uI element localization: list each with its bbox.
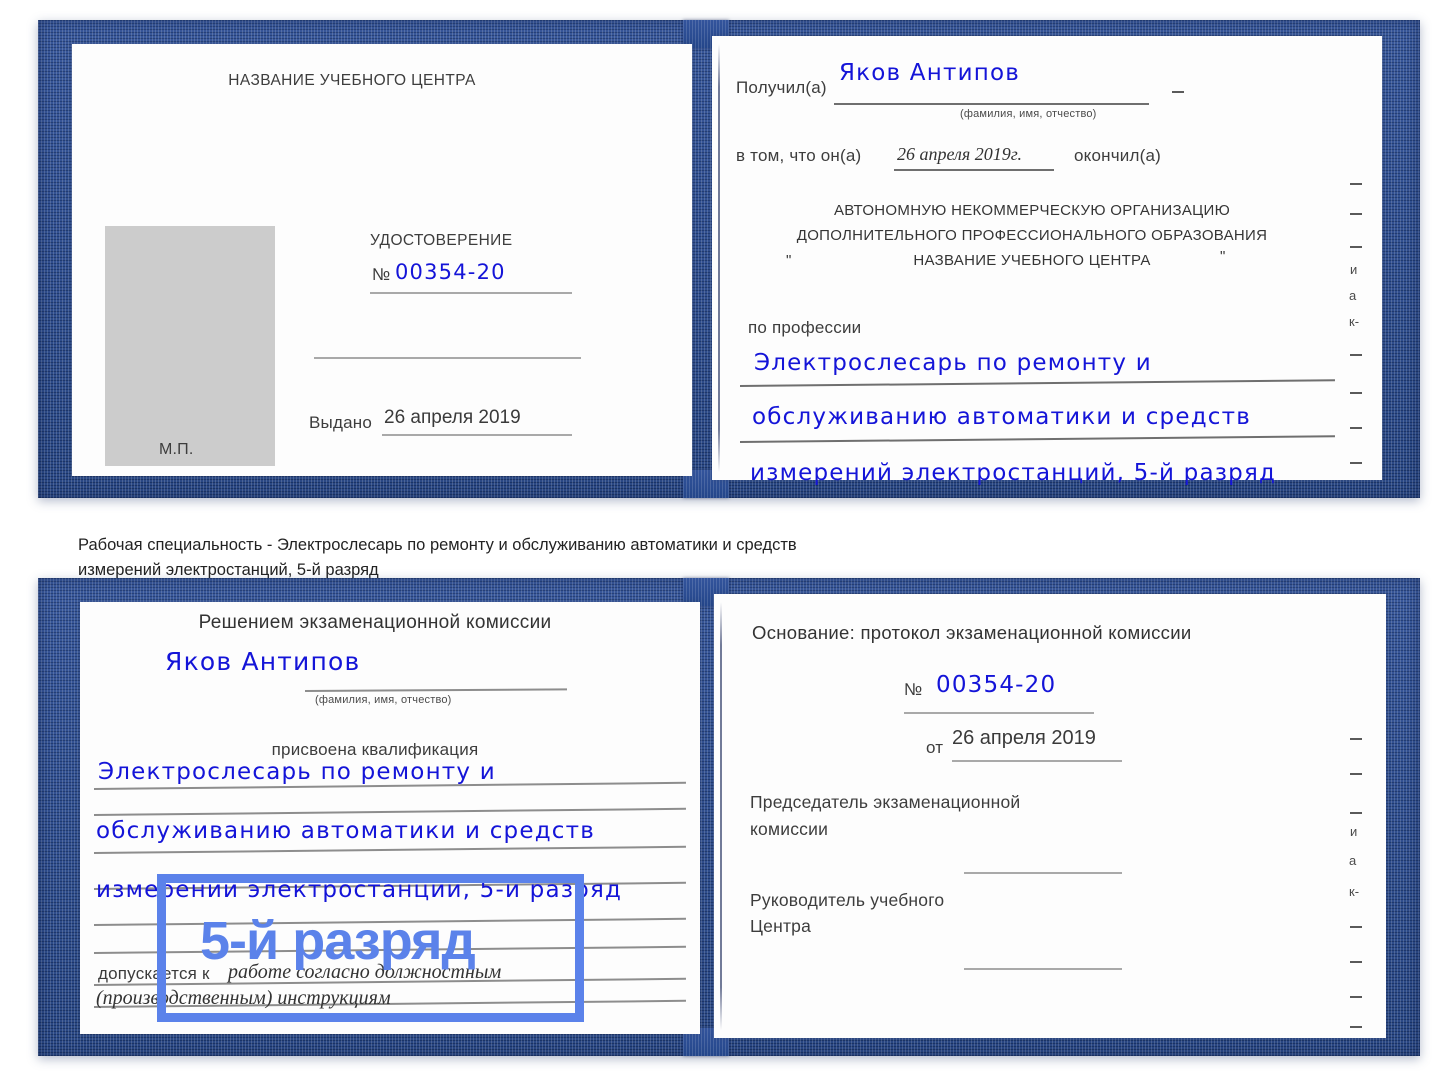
bottom-left-admitted-label: допускается к: [98, 964, 210, 983]
top-left-stamp-label: М.П.: [159, 441, 194, 458]
top-edge-dash-6: [1350, 427, 1362, 429]
caption-line-2: измерений электростанций, 5-й разряд: [78, 561, 379, 579]
top-right-org-quote-close: ": [1220, 248, 1226, 265]
top-right-received-rule: [834, 103, 1149, 105]
bottom-left-qualification-line1: Электрослесарь по ремонту и: [98, 759, 496, 785]
bottom-left-name-rule: [304, 688, 567, 692]
top-cert-right-page: Получил(а) Яков Антипов (фамилия, имя, о…: [712, 36, 1382, 486]
bottom-edge-fragment-k: к-: [1349, 884, 1360, 899]
top-right-that-label: в том, что он(а): [736, 146, 862, 165]
top-edge-dash-1: [1350, 183, 1362, 185]
bottom-right-chairman-line1: Председатель экзаменационной: [750, 792, 1021, 812]
top-edge-dash-4: [1350, 354, 1362, 356]
top-right-profession-line3: измерений электростанций, 5-й разряд: [750, 460, 1277, 486]
top-left-number-rule: [370, 292, 572, 294]
caption-block: Рабочая специальность - Электрослесарь п…: [78, 533, 1078, 583]
bottom-right-date-rule: [952, 760, 1122, 762]
top-right-gutter: [718, 44, 720, 472]
top-right-that-date: 26 апреля 2019г.: [897, 144, 1023, 164]
screenshot-root: НАЗВАНИЕ УЧЕБНОГО ЦЕНТРА УДОСТОВЕРЕНИЕ №…: [0, 0, 1448, 1085]
bottom-edge-dash-1: [1350, 738, 1362, 740]
bottom-edge-dash-3: [1350, 812, 1362, 814]
bottom-right-date-value: 26 апреля 2019: [952, 727, 1096, 749]
top-left-issued-label: Выдано: [309, 413, 372, 432]
bottom-left-qualification-label: присвоена квалификация: [271, 740, 479, 759]
bottom-right-number-label: №: [904, 680, 923, 699]
bottom-left-qualification-line2: обслуживанию автоматики и средств: [96, 818, 596, 844]
bottom-right-date-label: от: [926, 738, 944, 757]
top-left-blank-rule: [314, 357, 581, 359]
top-right-org-line1: АВТОНОМНУЮ НЕКОММЕРЧЕСКУЮ ОРГАНИЗАЦИЮ: [833, 202, 1231, 219]
top-right-org-line2: ДОПОЛНИТЕЛЬНОГО ПРОФЕССИОНАЛЬНОГО ОБРАЗО…: [796, 227, 1268, 244]
bottom-left-admitted-value2: (производственным) инструкциям: [96, 987, 391, 1009]
bottom-right-basis-label: Основание: протокол экзаменационной коми…: [752, 622, 1192, 643]
bottom-right-head-line1: Руководитель учебного: [750, 890, 945, 910]
highlight-label: 5-й разряд: [200, 911, 476, 971]
bottom-edge-fragment-i: и: [1350, 824, 1358, 839]
top-right-profession-line1: Электрослесарь по ремонту и: [754, 350, 1152, 376]
bottom-right-number-rule: [904, 712, 1094, 714]
top-right-received-hint: (фамилия, имя, отчество): [960, 108, 1097, 120]
top-edge-dash-2: [1350, 213, 1362, 215]
bottom-edge-dash-5: [1350, 961, 1362, 963]
bottom-edge-dash-4: [1350, 926, 1362, 928]
top-left-issued-value: 26 апреля 2019: [384, 407, 521, 428]
caption-line-1: Рабочая специальность - Электрослесарь п…: [78, 536, 797, 554]
bottom-left-ruled-line-3: [93, 845, 686, 854]
bottom-right-gutter: [720, 602, 722, 1030]
bottom-right-head-line2: Центра: [750, 916, 812, 936]
top-edge-dash-7: [1350, 462, 1362, 464]
top-right-profession-label: по профессии: [748, 318, 862, 337]
top-left-number-value: 00354-20: [395, 260, 506, 284]
bottom-edge-dash-2: [1350, 773, 1362, 775]
top-left-issued-rule: [382, 434, 572, 436]
bottom-left-ruled-line-2: [93, 807, 686, 816]
bottom-cert-right-page: Основание: протокол экзаменационной коми…: [714, 594, 1386, 1038]
top-edge-dash-3: [1350, 246, 1362, 248]
top-left-heading: НАЗВАНИЕ УЧЕБНОГО ЦЕНТРА: [228, 72, 476, 89]
top-right-received-label: Получил(а): [736, 78, 827, 97]
top-right-received-value: Яков Антипов: [839, 60, 1020, 86]
top-right-org-line3: НАЗВАНИЕ УЧЕБНОГО ЦЕНТРА: [913, 252, 1151, 269]
top-right-prof-rule-2: [739, 435, 1335, 443]
bottom-edge-dash-6: [1350, 996, 1362, 998]
top-right-that-rule: [894, 169, 1054, 171]
bottom-right-number-value: 00354-20: [936, 672, 1057, 698]
top-cert-left-page: НАЗВАНИЕ УЧЕБНОГО ЦЕНТРА УДОСТОВЕРЕНИЕ №…: [72, 44, 692, 476]
top-edge-fragment-a: а: [1349, 288, 1357, 303]
top-left-title: УДОСТОВЕРЕНИЕ: [370, 232, 513, 249]
bottom-right-chairman-line2: комиссии: [750, 819, 829, 839]
bottom-edge-fragment-a: а: [1349, 853, 1357, 868]
top-left-number-label: №: [372, 265, 391, 284]
bottom-right-chairman-signature-rule: [964, 872, 1122, 874]
top-right-profession-line2: обслуживанию автоматики и средств: [752, 404, 1252, 430]
bottom-left-heading: Решением экзаменационной комиссии: [198, 612, 552, 633]
top-edge-fragment-i: и: [1350, 262, 1358, 277]
bottom-right-head-signature-rule: [964, 968, 1122, 970]
top-right-edge-dash-0: [1172, 91, 1184, 93]
bottom-edge-dash-7: [1350, 1026, 1362, 1028]
bottom-left-qualification-line3: измерений электростанций, 5-й разряд: [96, 877, 623, 903]
top-right-finished-label: окончил(а): [1074, 146, 1161, 165]
bottom-left-name-hint: (фамилия, имя, отчество): [315, 694, 452, 706]
top-right-prof-rule-1: [739, 379, 1335, 387]
photo-placeholder: [105, 226, 275, 466]
top-edge-dash-5: [1350, 392, 1362, 394]
bottom-left-name-value: Яков Антипов: [165, 647, 361, 676]
top-edge-fragment-k: к-: [1349, 314, 1360, 329]
